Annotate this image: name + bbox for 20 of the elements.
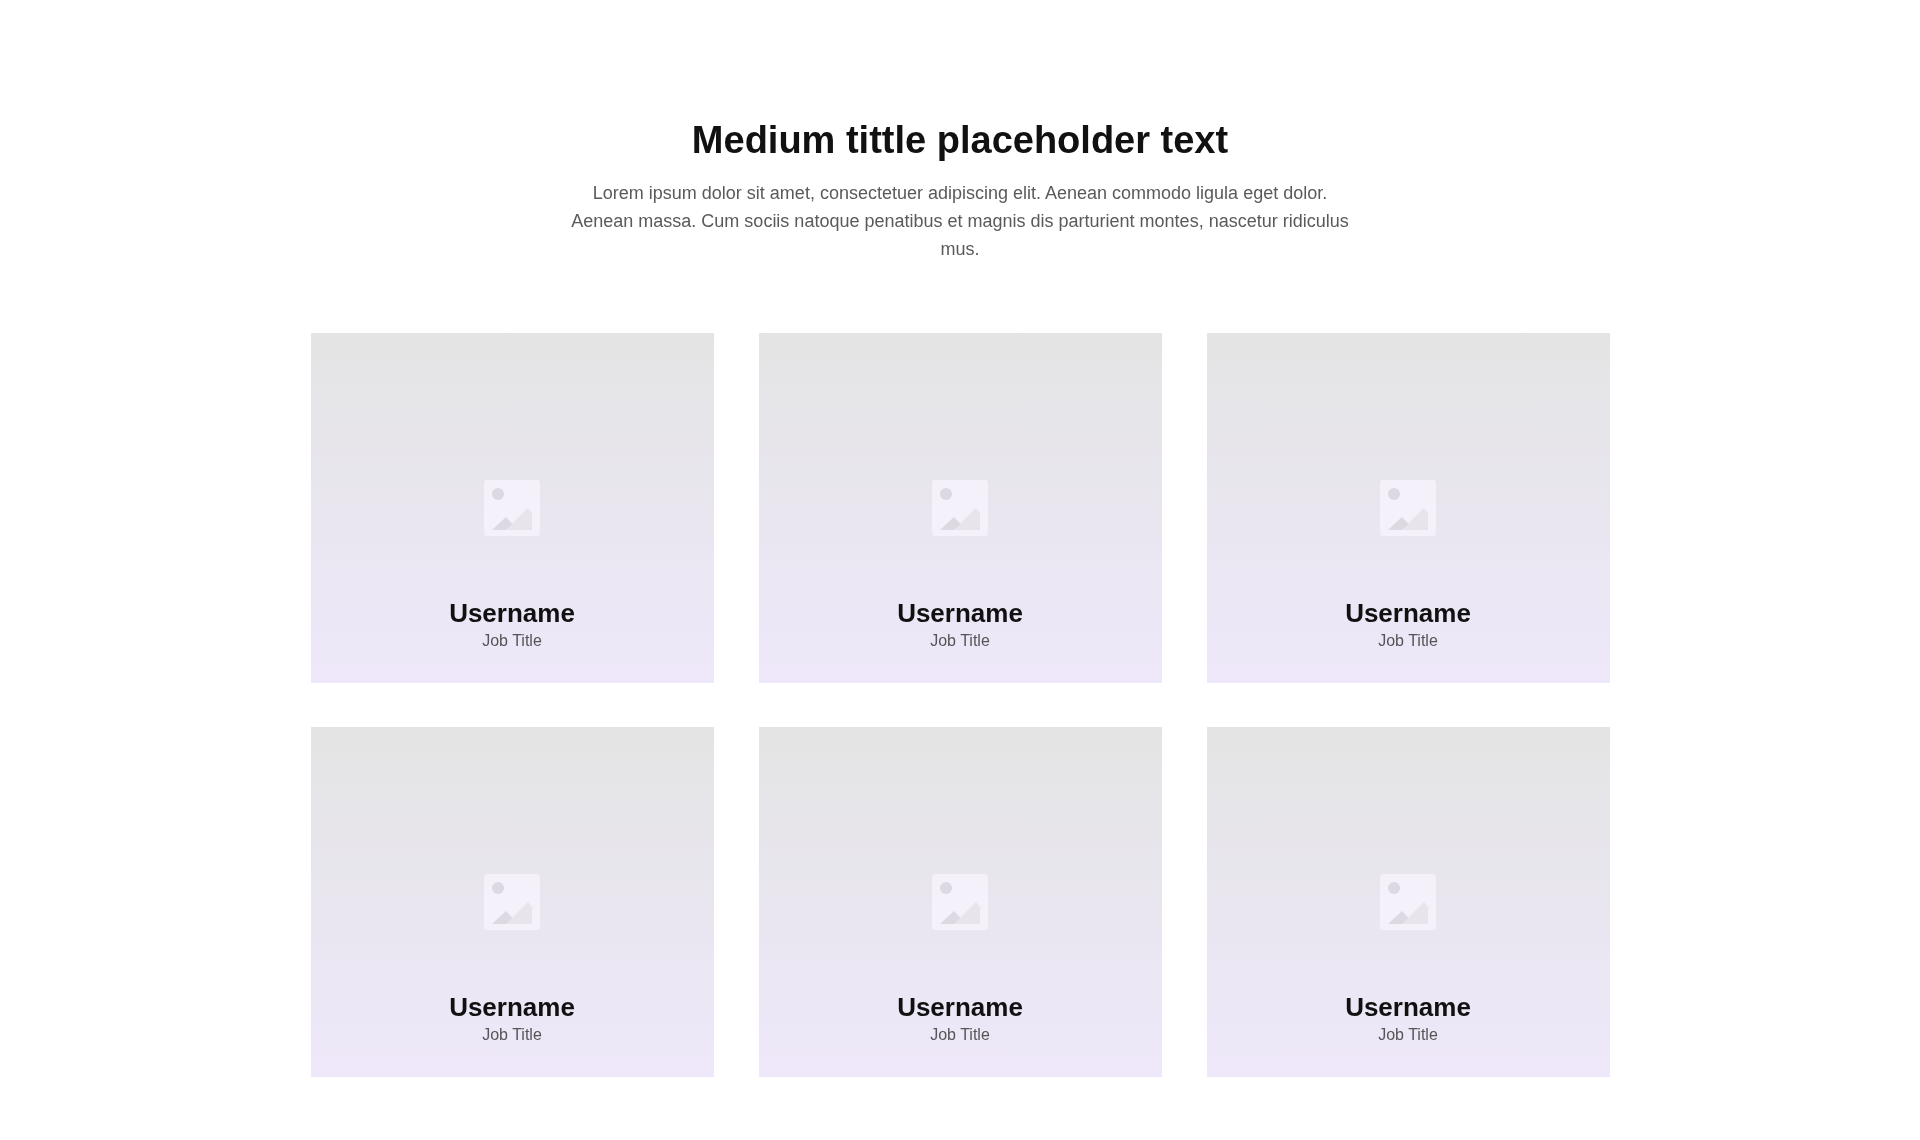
member-job-title: Job Title [930, 1025, 990, 1045]
member-job-title: Job Title [930, 631, 990, 651]
member-name: Username [1345, 991, 1471, 1023]
member-job-title: Job Title [1378, 631, 1438, 651]
image-placeholder-icon [1380, 874, 1436, 930]
image-placeholder-icon [932, 480, 988, 536]
member-job-title: Job Title [1378, 1025, 1438, 1045]
member-job-title: Job Title [482, 631, 542, 651]
image-placeholder-icon [484, 874, 540, 930]
image-placeholder-icon [932, 874, 988, 930]
member-name: Username [897, 991, 1023, 1023]
section-title: Medium tittle placeholder text [691, 118, 1229, 163]
member-name: Username [897, 597, 1023, 629]
member-name: Username [1345, 597, 1471, 629]
section-description: Lorem ipsum dolor sit amet, consectetuer adipiscing elit. Aenean commodo ligula eget dolor. Aenean massa. Cum sociis natoque penatibus et magnis dis parturient montes, nascetur ridiculus mus. [570, 182, 1350, 261]
member-name: Username [449, 991, 575, 1023]
member-job-title: Job Title [482, 1025, 542, 1045]
image-placeholder-icon [484, 480, 540, 536]
member-name: Username [449, 597, 575, 629]
image-placeholder-icon [1380, 480, 1436, 536]
